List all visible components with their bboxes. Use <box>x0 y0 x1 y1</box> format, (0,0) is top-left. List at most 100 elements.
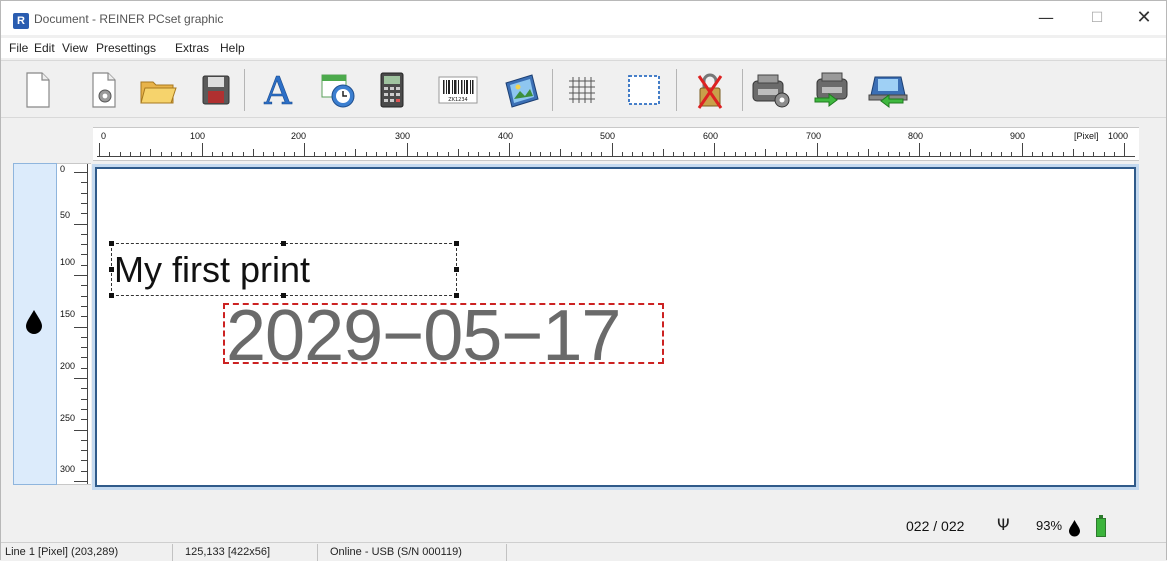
ruler-tick <box>632 152 633 157</box>
resize-handle[interactable] <box>454 241 459 246</box>
ruler-tick <box>816 143 818 157</box>
status-separator <box>172 544 173 561</box>
resize-handle[interactable] <box>281 241 286 246</box>
ruler-tick <box>970 149 972 157</box>
new-from-template-icon <box>92 72 116 108</box>
frame-button[interactable] <box>623 67 665 113</box>
resize-handle[interactable] <box>109 293 114 298</box>
ruler-tick <box>181 152 182 157</box>
send-to-printer-button[interactable] <box>811 67 853 113</box>
svg-text:ZK1234: ZK1234 <box>448 97 467 103</box>
lock-button[interactable] <box>689 67 731 113</box>
ruler-tick <box>81 419 88 421</box>
ruler-tick <box>81 357 88 359</box>
ruler-tick <box>293 152 295 157</box>
title-bar: R Document - REINER PCset graphic — ☐ ✕ <box>1 1 1166 35</box>
ruler-tick <box>81 244 88 246</box>
ruler-tick <box>191 152 193 157</box>
menu-bar: File Edit View Presettings Extras Help <box>1 38 1166 58</box>
ruler-tick <box>81 305 88 307</box>
resize-handle[interactable] <box>109 267 114 272</box>
ruler-tick <box>1052 152 1054 157</box>
ruler-tick <box>878 152 879 157</box>
ruler-tick <box>109 152 111 157</box>
menu-presettings[interactable]: Presettings <box>96 41 156 55</box>
ruler-tick <box>560 149 562 157</box>
ruler-label: 0 <box>60 164 66 174</box>
menu-edit[interactable]: Edit <box>34 41 55 55</box>
grid-button[interactable] <box>561 67 603 113</box>
ruler-label: 1000 <box>1108 131 1129 141</box>
date-time-button[interactable] <box>317 67 359 113</box>
ruler-tick <box>550 152 551 157</box>
ruler-tick <box>416 152 418 157</box>
ruler-tick <box>427 152 428 157</box>
ruler-tick <box>498 152 500 157</box>
new-from-template-button[interactable] <box>83 67 125 113</box>
ruler-tick <box>74 429 88 431</box>
ruler-tick <box>365 152 367 157</box>
minimize-button[interactable]: — <box>1023 7 1069 29</box>
open-folder-icon <box>140 81 177 104</box>
status-connection: Online - USB (S/N 000119) <box>330 546 462 558</box>
ruler-tick <box>81 408 88 410</box>
toolbar: A ZK1234 <box>1 60 1166 118</box>
ruler-tick <box>211 152 213 157</box>
barcode-button[interactable]: ZK1234 <box>437 67 479 113</box>
ink-drop-icon <box>26 310 42 334</box>
ruler-tick <box>724 152 726 157</box>
ruler-tick <box>81 388 88 390</box>
ruler-tick <box>81 460 88 462</box>
image-icon <box>505 74 539 108</box>
ruler-tick <box>232 152 234 157</box>
ruler-tick <box>1093 152 1095 157</box>
ruler-tick <box>1083 152 1084 157</box>
ruler-label: 500 <box>600 131 616 141</box>
ruler-tick <box>375 152 377 157</box>
save-button[interactable] <box>195 67 237 113</box>
counter-button[interactable] <box>371 67 413 113</box>
text-object[interactable]: My first print <box>111 243 457 296</box>
ruler-tick <box>81 316 88 318</box>
open-button[interactable] <box>137 67 179 113</box>
ruler-tick <box>140 152 141 157</box>
ruler-tick <box>1011 152 1013 157</box>
ruler-tick <box>81 336 88 338</box>
load-from-printer-icon <box>868 76 908 108</box>
ruler-tick <box>1124 143 1125 157</box>
ruler-tick <box>81 450 88 452</box>
load-from-printer-button[interactable] <box>867 67 909 113</box>
menu-file[interactable]: File <box>9 41 28 55</box>
ruler-tick <box>529 152 531 157</box>
ruler-label: 700 <box>806 131 822 141</box>
menu-help[interactable]: Help <box>220 41 245 55</box>
new-document-button[interactable] <box>17 67 59 113</box>
close-button[interactable]: ✕ <box>1121 7 1167 29</box>
toolbar-separator <box>244 69 245 111</box>
ruler-tick <box>580 152 582 157</box>
image-button[interactable] <box>501 67 543 113</box>
ruler-tick <box>785 152 787 157</box>
resize-handle[interactable] <box>109 241 114 246</box>
menu-view[interactable]: View <box>62 41 88 55</box>
ruler-tick <box>74 481 88 482</box>
resize-handle[interactable] <box>454 267 459 272</box>
ruler-label: 300 <box>395 131 411 141</box>
ruler-tick <box>81 295 88 297</box>
save-disk-icon <box>202 75 230 105</box>
ruler-tick <box>396 152 398 157</box>
ruler-tick <box>734 152 736 157</box>
ruler-tick <box>837 152 838 157</box>
ruler-tick <box>81 398 88 400</box>
ruler-tick <box>81 192 88 194</box>
ruler-label: 200 <box>60 361 76 371</box>
ruler-tick <box>81 202 88 204</box>
ink-side-panel <box>13 163 57 485</box>
text-tool-button[interactable]: A <box>257 67 299 113</box>
menu-extras[interactable]: Extras <box>175 41 209 55</box>
ruler-tick <box>81 347 88 349</box>
date-object[interactable]: 2029−05−17 <box>223 297 664 375</box>
printer-settings-button[interactable] <box>749 67 791 113</box>
ruler-tick <box>662 149 664 157</box>
maximize-button[interactable]: ☐ <box>1074 7 1120 29</box>
